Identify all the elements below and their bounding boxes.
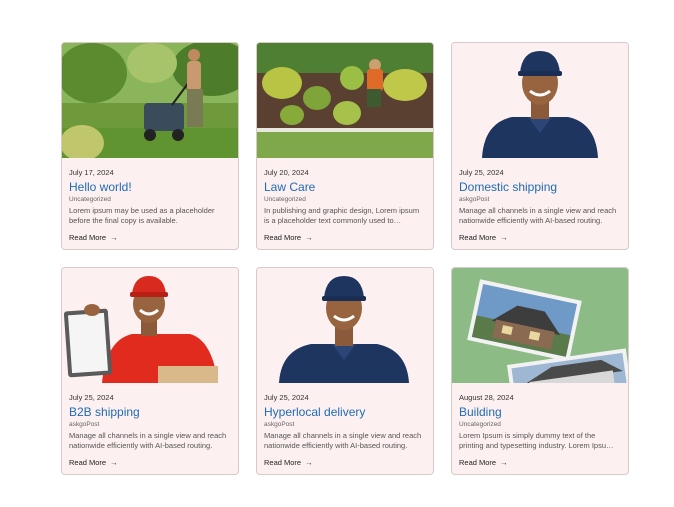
post-card[interactable]: July 17, 2024 Hello world! Uncategorized… [61, 42, 239, 250]
post-category[interactable]: askgoPost [69, 421, 99, 428]
read-more-link[interactable]: Read More → [459, 233, 508, 242]
post-date: July 25, 2024 [264, 393, 309, 402]
read-more-label: Read More [459, 233, 497, 242]
post-date: July 17, 2024 [69, 168, 114, 177]
post-category[interactable]: Uncategorized [69, 196, 111, 203]
post-date: July 25, 2024 [69, 393, 114, 402]
post-category[interactable]: askgoPost [459, 196, 489, 203]
post-date: August 28, 2024 [459, 393, 514, 402]
post-title[interactable]: Domestic shipping [459, 180, 557, 194]
read-more-label: Read More [264, 458, 302, 467]
post-excerpt: Manage all channels in a single view and… [264, 431, 422, 450]
post-date: July 20, 2024 [264, 168, 309, 177]
post-card[interactable]: July 25, 2024 B2B shipping askgoPost Man… [61, 267, 239, 475]
read-more-label: Read More [459, 458, 497, 467]
read-more-label: Read More [264, 233, 302, 242]
arrow-right-icon: → [500, 233, 508, 242]
read-more-link[interactable]: Read More → [69, 458, 118, 467]
post-title[interactable]: Hyperlocal delivery [264, 405, 365, 419]
post-card[interactable]: July 25, 2024 Domestic shipping askgoPos… [451, 42, 629, 250]
post-category[interactable]: Uncategorized [459, 421, 501, 428]
post-image-courier-navy[interactable] [452, 43, 628, 158]
post-title[interactable]: Law Care [264, 180, 315, 194]
post-title[interactable]: Hello world! [69, 180, 132, 194]
post-image-courier-red[interactable] [62, 268, 238, 383]
arrow-right-icon: → [500, 458, 508, 467]
read-more-link[interactable]: Read More → [459, 458, 508, 467]
post-image-gardener[interactable] [257, 43, 433, 158]
arrow-right-icon: → [305, 233, 313, 242]
post-image-house-postcards[interactable] [452, 268, 628, 383]
post-excerpt: Manage all channels in a single view and… [69, 431, 227, 450]
post-date: July 25, 2024 [459, 168, 504, 177]
read-more-label: Read More [69, 233, 107, 242]
read-more-label: Read More [69, 458, 107, 467]
arrow-right-icon: → [110, 233, 118, 242]
post-excerpt: In publishing and graphic design, Lorem … [264, 206, 420, 225]
post-title[interactable]: Building [459, 405, 502, 419]
read-more-link[interactable]: Read More → [264, 233, 313, 242]
post-card[interactable]: July 25, 2024 Hyperlocal delivery askgoP… [256, 267, 434, 475]
read-more-link[interactable]: Read More → [69, 233, 118, 242]
post-card[interactable]: July 20, 2024 Law Care Uncategorized In … [256, 42, 434, 250]
post-excerpt: Manage all channels in a single view and… [459, 206, 617, 225]
post-excerpt: Lorem Ipsum is simply dummy text of the … [459, 431, 613, 450]
arrow-right-icon: → [305, 458, 313, 467]
post-category[interactable]: askgoPost [264, 421, 294, 428]
post-card[interactable]: August 28, 2024 Building Uncategorized L… [451, 267, 629, 475]
post-image-lawn-mower[interactable] [62, 43, 238, 158]
post-excerpt: Lorem ipsum may be used as a placeholder… [69, 206, 215, 225]
post-title[interactable]: B2B shipping [69, 405, 140, 419]
read-more-link[interactable]: Read More → [264, 458, 313, 467]
post-image-courier-navy[interactable] [257, 268, 433, 383]
arrow-right-icon: → [110, 458, 118, 467]
post-category[interactable]: Uncategorized [264, 196, 306, 203]
